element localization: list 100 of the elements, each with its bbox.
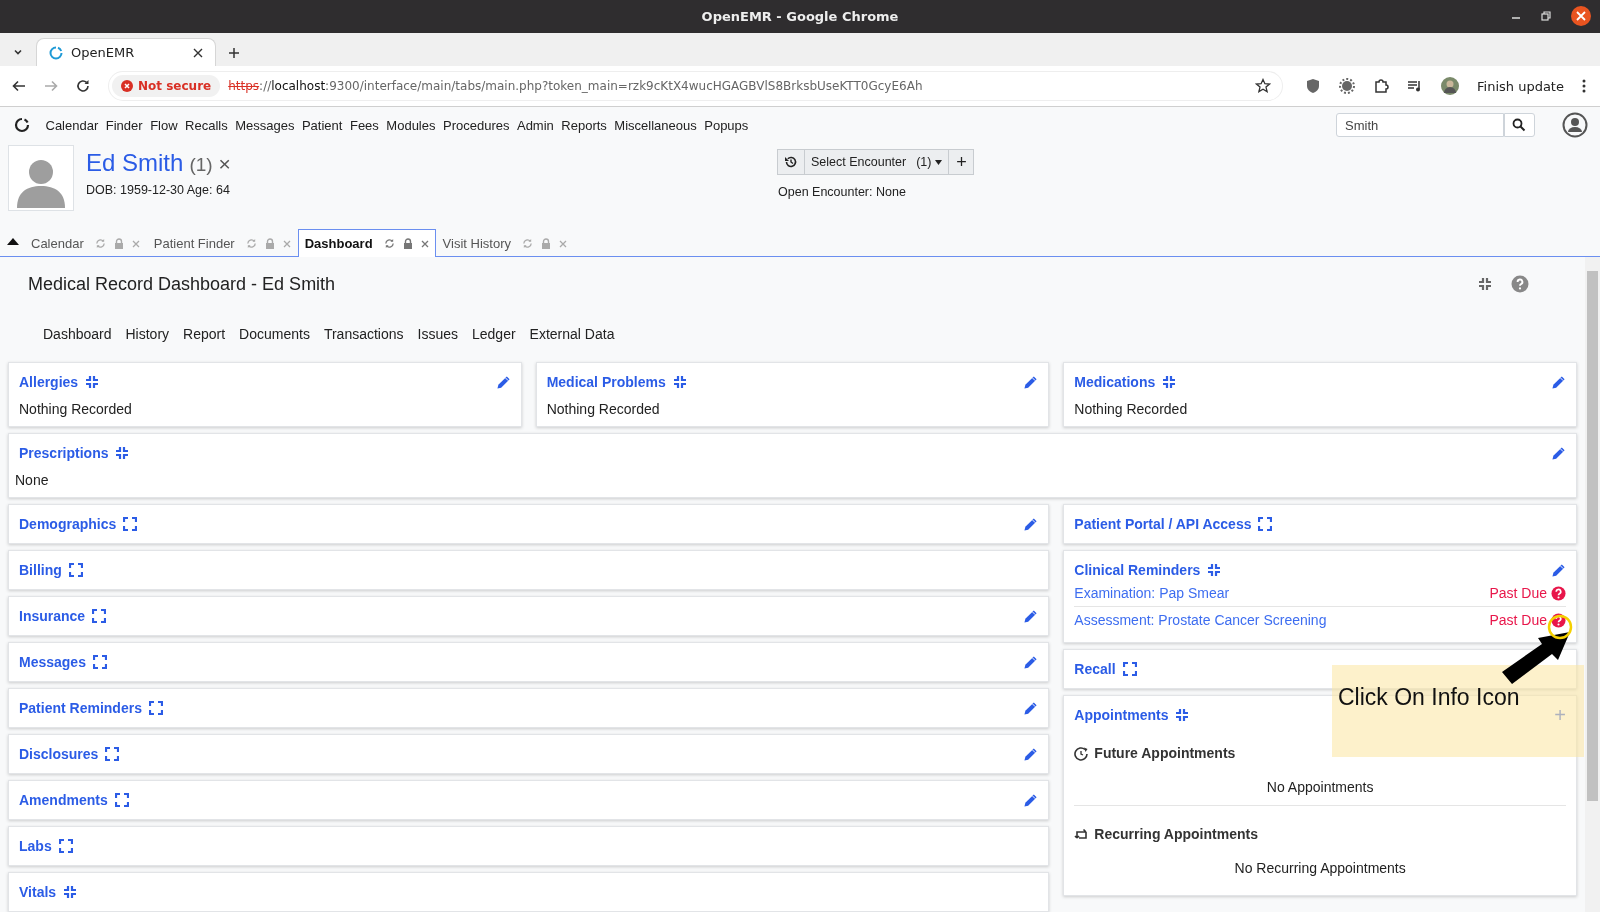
- expand-icon[interactable]: [68, 563, 83, 577]
- nav-link[interactable]: Issues: [417, 326, 458, 342]
- history-button[interactable]: [777, 149, 805, 175]
- patient-name[interactable]: Ed Smith: [86, 149, 184, 177]
- card-title[interactable]: Insurance: [19, 608, 86, 624]
- expand-icon[interactable]: [1122, 662, 1137, 676]
- app-logo-icon[interactable]: [14, 117, 30, 133]
- edit-icon[interactable]: [1023, 654, 1039, 670]
- expand-icon[interactable]: [1258, 517, 1273, 531]
- card-title[interactable]: Demographics: [19, 516, 117, 532]
- star-icon[interactable]: [1255, 78, 1271, 94]
- plus-icon[interactable]: [228, 46, 240, 59]
- card-title[interactable]: Patient Reminders: [19, 700, 142, 716]
- close-icon[interactable]: [1570, 5, 1592, 27]
- avatar-icon[interactable]: [1441, 77, 1459, 95]
- reload-icon[interactable]: [76, 79, 90, 93]
- edit-icon[interactable]: [495, 374, 511, 390]
- user-icon[interactable]: [1562, 112, 1588, 138]
- compress-icon[interactable]: [85, 375, 100, 389]
- nav-link[interactable]: External Data: [529, 326, 615, 342]
- card-title[interactable]: Prescriptions: [19, 445, 109, 461]
- nav-link[interactable]: Dashboard: [43, 326, 112, 342]
- more-icon[interactable]: [1581, 79, 1586, 93]
- card-title[interactable]: Patient Portal / API Access: [1074, 516, 1252, 532]
- refresh-icon[interactable]: [383, 238, 395, 249]
- edit-icon[interactable]: [1023, 700, 1039, 716]
- nav-link[interactable]: Report: [183, 326, 226, 342]
- help-icon[interactable]: [1551, 612, 1566, 628]
- edit-icon[interactable]: [1551, 445, 1566, 461]
- restore-icon[interactable]: [1540, 10, 1552, 22]
- expand-icon[interactable]: [148, 701, 163, 715]
- menu-item[interactable]: Calendar: [45, 117, 99, 133]
- compress-icon[interactable]: [672, 375, 687, 389]
- reminder-link[interactable]: Assessment: Prostate Cancer Screening: [1074, 612, 1327, 628]
- edit-icon[interactable]: [1023, 792, 1039, 808]
- edit-icon[interactable]: [1023, 746, 1039, 762]
- card-title[interactable]: Recall: [1074, 661, 1116, 677]
- search-button[interactable]: [1503, 113, 1535, 137]
- lock-icon[interactable]: [402, 238, 413, 249]
- update-button[interactable]: Finish update: [1477, 78, 1564, 94]
- card-title[interactable]: Disclosures: [19, 746, 99, 762]
- card-title[interactable]: Amendments: [19, 792, 108, 808]
- menu-item[interactable]: Recalls: [185, 117, 228, 133]
- nav-link[interactable]: Documents: [239, 326, 310, 342]
- nav-link[interactable]: Ledger: [472, 326, 516, 342]
- browser-tab[interactable]: OpenEMR: [36, 38, 216, 66]
- edit-icon[interactable]: [1023, 608, 1039, 624]
- search-input[interactable]: Smith: [1337, 114, 1503, 136]
- menu-item[interactable]: Miscellaneous: [614, 117, 697, 133]
- help-icon[interactable]: [1511, 275, 1529, 293]
- menu-item[interactable]: Popups: [704, 117, 749, 133]
- tab[interactable]: Dashboard: [297, 229, 436, 257]
- menu-item[interactable]: Procedures: [443, 117, 510, 133]
- reminder-link[interactable]: Examination: Pap Smear: [1074, 585, 1230, 601]
- puzzle-icon[interactable]: [1373, 78, 1389, 94]
- menu-item[interactable]: Messages: [235, 117, 295, 133]
- close-icon[interactable]: [193, 47, 203, 58]
- scrollbar[interactable]: [1585, 257, 1600, 912]
- card-title[interactable]: Clinical Reminders: [1074, 562, 1201, 578]
- playlist-icon[interactable]: [1407, 78, 1423, 94]
- card-title[interactable]: Appointments: [1074, 707, 1169, 723]
- expand-icon[interactable]: [58, 839, 73, 853]
- compress-icon[interactable]: [1207, 563, 1222, 577]
- expand-icon[interactable]: [92, 609, 107, 623]
- edit-icon[interactable]: [1023, 516, 1039, 532]
- compress-icon[interactable]: [1478, 277, 1492, 291]
- menu-item[interactable]: Admin: [516, 117, 554, 133]
- card-title[interactable]: Labs: [19, 838, 52, 854]
- compress-icon[interactable]: [115, 446, 130, 460]
- address-bar[interactable]: Not secure https://localhost:9300/interface/main/tabs/main.php?token_main=rzk9cKtX4wucHGAGBVlS8BrksbUseKTT0GcyE6Ah: [108, 71, 1283, 101]
- menu-item[interactable]: Fees: [349, 117, 379, 133]
- card-title[interactable]: Messages: [19, 654, 86, 670]
- edit-icon[interactable]: [1551, 374, 1566, 390]
- help-icon[interactable]: [1551, 585, 1566, 601]
- collapse-icon[interactable]: [7, 237, 19, 245]
- shield-icon[interactable]: [1305, 78, 1321, 94]
- select-encounter-button[interactable]: Select Encounter (1): [804, 149, 950, 175]
- add-encounter-button[interactable]: +: [948, 149, 975, 175]
- card-title[interactable]: Vitals: [19, 884, 57, 900]
- menu-item[interactable]: Reports: [561, 117, 607, 133]
- expand-icon[interactable]: [114, 793, 129, 807]
- security-chip[interactable]: Not secure: [112, 75, 221, 97]
- compress-icon[interactable]: [1175, 708, 1190, 722]
- back-icon[interactable]: [12, 79, 26, 93]
- menu-item[interactable]: Finder: [105, 117, 143, 133]
- expand-icon[interactable]: [92, 655, 107, 669]
- compress-icon[interactable]: [63, 885, 78, 899]
- menu-item[interactable]: Flow: [150, 117, 178, 133]
- card-title[interactable]: Medications: [1074, 374, 1156, 390]
- close-button[interactable]: ×: [218, 152, 231, 176]
- card-title[interactable]: Medical Problems: [546, 374, 666, 390]
- compress-icon[interactable]: [1162, 375, 1177, 389]
- card-title[interactable]: Billing: [19, 562, 62, 578]
- edit-icon[interactable]: [1551, 562, 1566, 578]
- menu-item[interactable]: Patient: [301, 117, 343, 133]
- nav-link[interactable]: Transactions: [323, 326, 404, 342]
- expand-icon[interactable]: [105, 747, 120, 761]
- scroll-thumb[interactable]: [1587, 271, 1598, 801]
- menu-item[interactable]: Modules: [386, 117, 436, 133]
- nav-link[interactable]: History: [125, 326, 170, 342]
